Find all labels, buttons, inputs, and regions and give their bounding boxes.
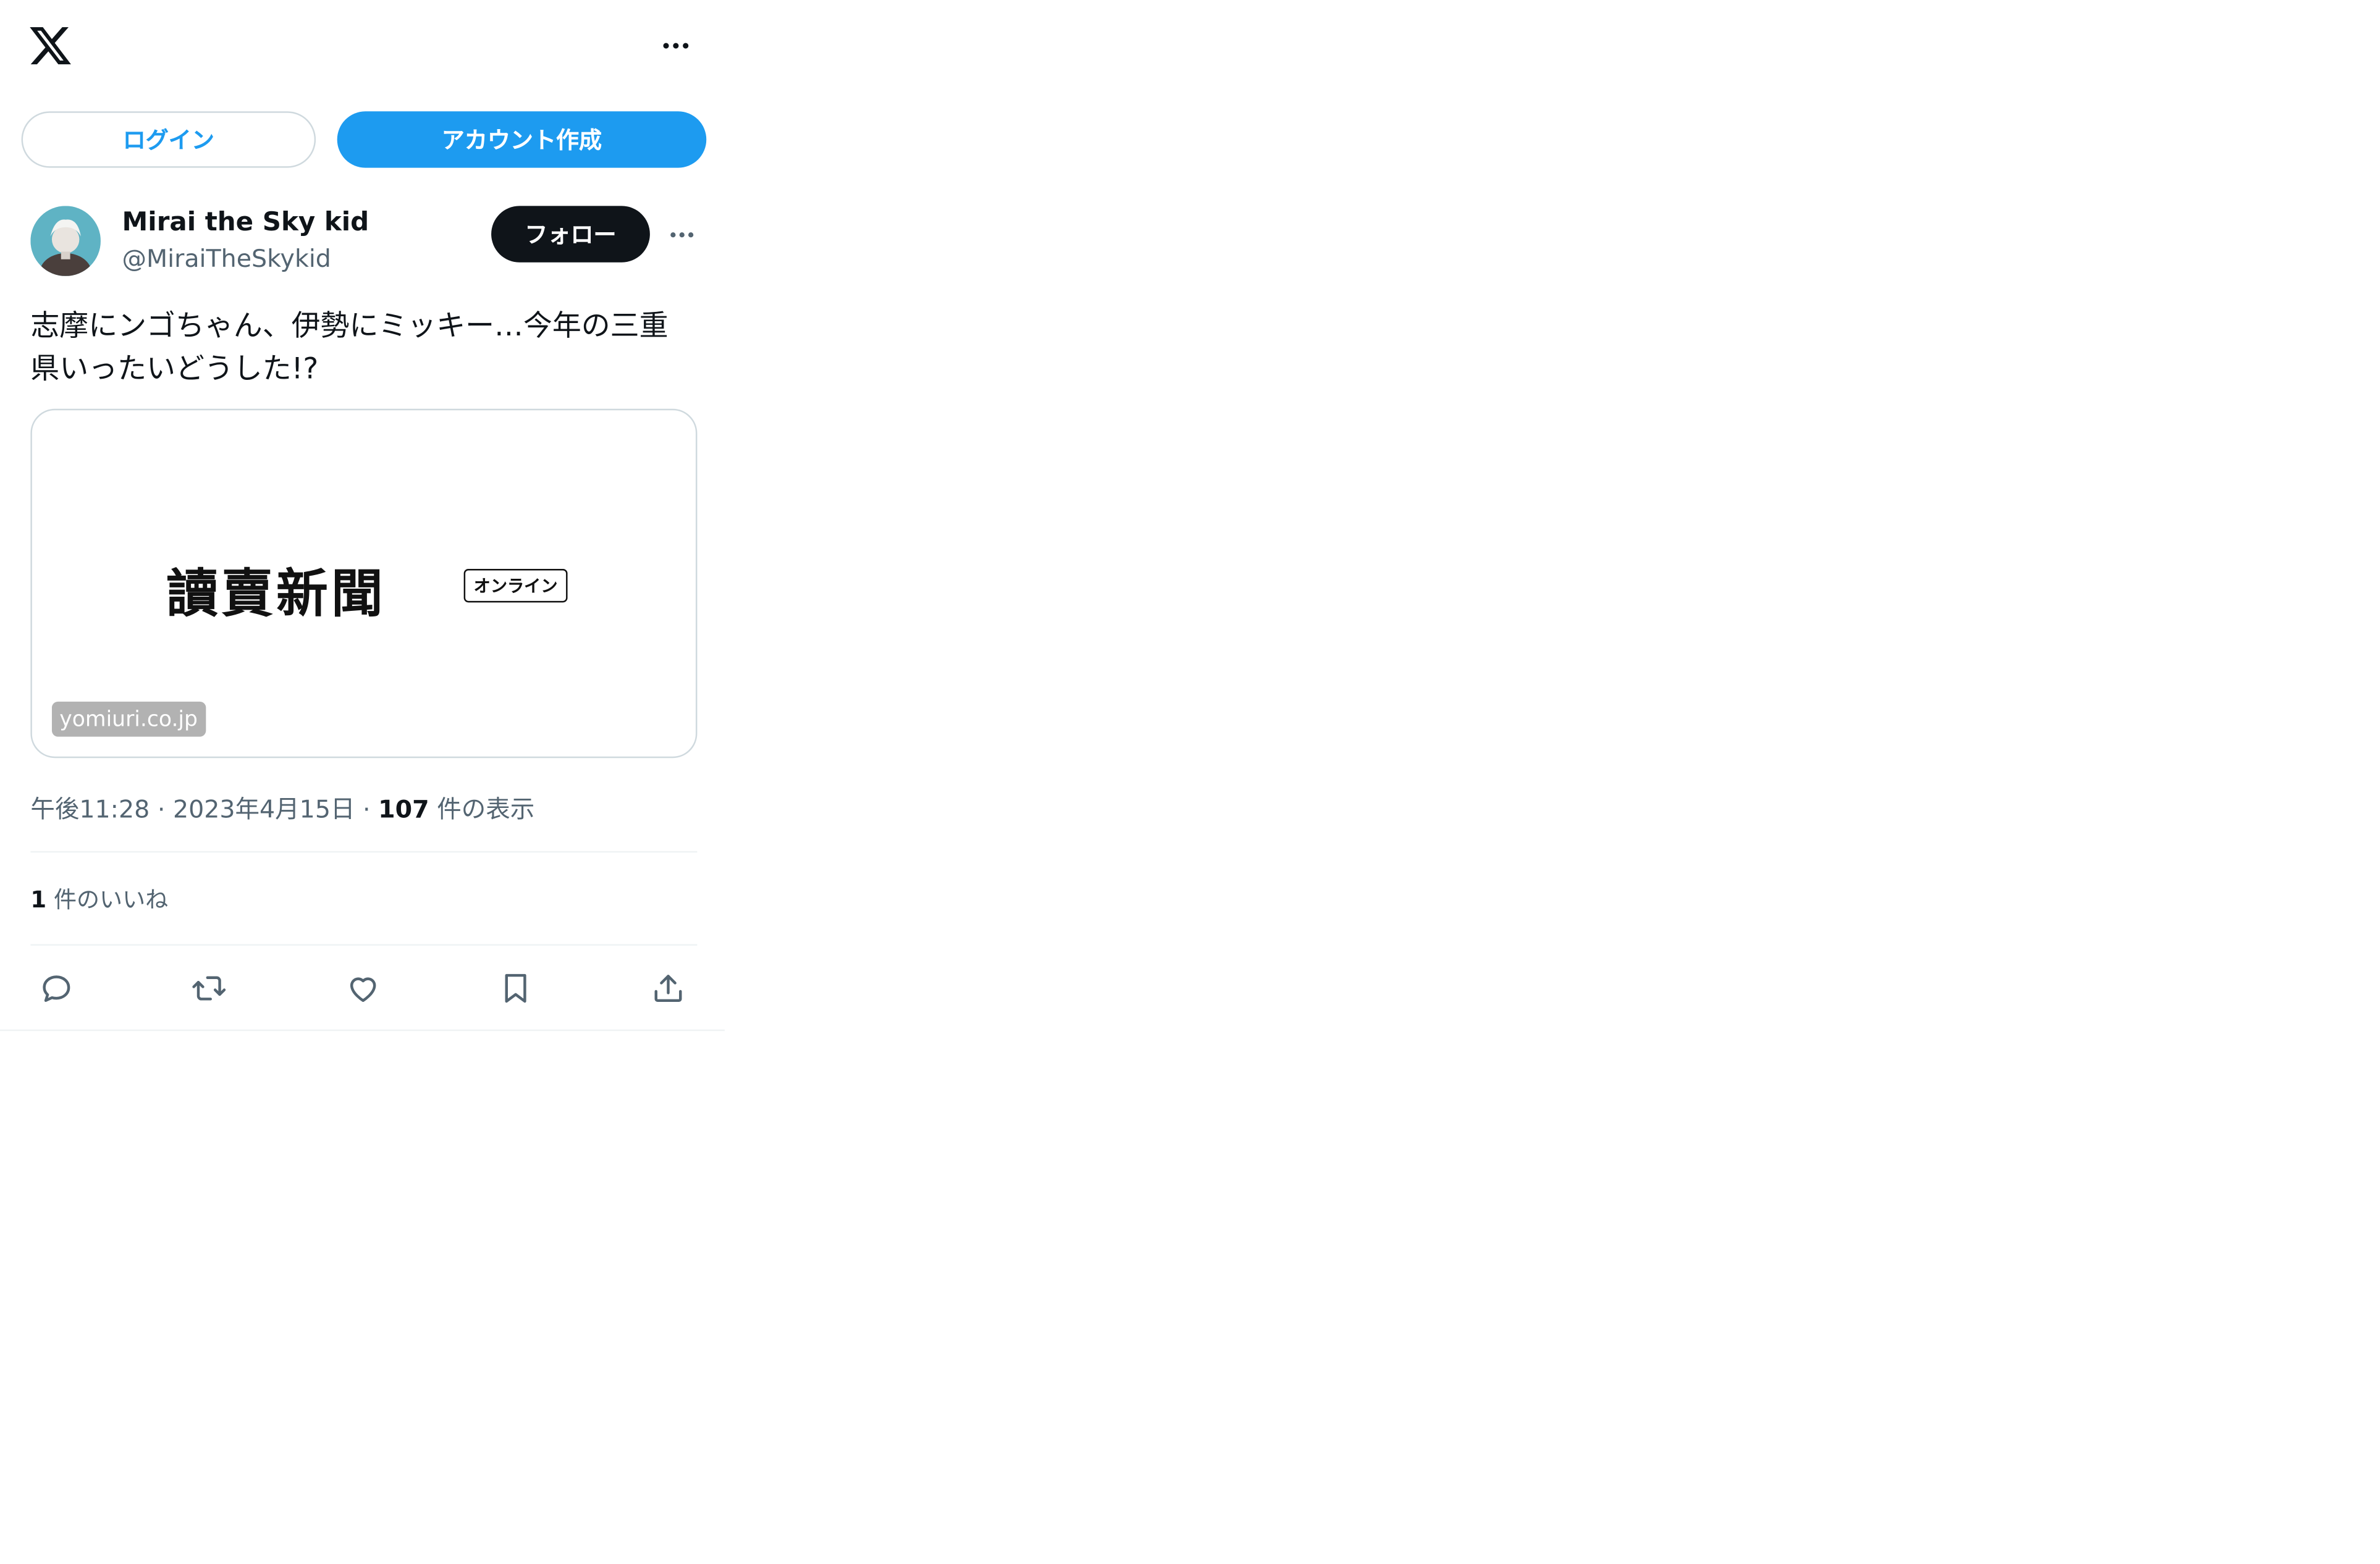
author-handle[interactable]: @MiraiTheSkykid	[122, 244, 331, 273]
divider	[0, 1029, 725, 1032]
card-domain: yomiuri.co.jp	[51, 701, 206, 737]
views-count: 107	[378, 794, 429, 824]
repost-icon[interactable]	[186, 965, 232, 1011]
author-display-name[interactable]: Mirai the Sky kid	[122, 208, 369, 238]
divider	[30, 944, 698, 946]
meta-separator: ·	[150, 794, 173, 824]
post-date[interactable]: 2023年4月15日	[173, 794, 355, 823]
bookmark-icon[interactable]	[493, 965, 539, 1011]
login-button[interactable]: ログイン	[21, 111, 316, 168]
card-badge: オンライン	[463, 569, 568, 603]
divider	[30, 851, 698, 853]
likes-label: 件のいいね	[53, 886, 169, 914]
reply-icon[interactable]	[33, 965, 79, 1011]
signup-button[interactable]: アカウント作成	[337, 111, 707, 168]
post-more-icon[interactable]	[662, 215, 702, 254]
link-card[interactable]: 讀賣新聞 オンライン yomiuri.co.jp	[30, 408, 698, 759]
post-time[interactable]: 午後11:28	[30, 794, 150, 823]
likes-count: 1	[30, 886, 47, 914]
post-page: ログイン アカウント作成 Mirai the Sky kid @MiraiThe…	[0, 0, 2380, 1564]
likes-summary[interactable]: 1 件のいいね	[30, 883, 168, 915]
more-horizontal-icon[interactable]	[653, 25, 699, 67]
x-logo-icon[interactable]	[27, 23, 73, 69]
share-icon[interactable]	[645, 965, 691, 1011]
follow-button[interactable]: フォロー	[491, 206, 650, 263]
post-text: 志摩にンゴちゃん、伊勢にミッキー…今年の三重 県いったいどうした!?	[30, 309, 669, 386]
avatar[interactable]	[30, 206, 101, 276]
views-label: 件の表示	[437, 794, 535, 824]
card-masthead: 讀賣新聞	[166, 564, 386, 626]
meta-separator: ·	[355, 794, 379, 824]
post-meta: 午後11:28 · 2023年4月15日 · 107 件の表示	[30, 789, 534, 825]
like-icon[interactable]	[340, 965, 386, 1011]
